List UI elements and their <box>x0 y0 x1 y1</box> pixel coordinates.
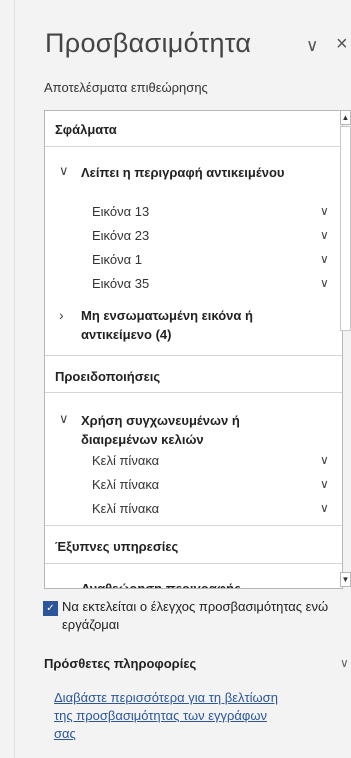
chevron-down-icon[interactable]: ∨ <box>320 453 329 467</box>
smart-services-heading: Έξυπνες υπηρεσίες <box>55 539 179 554</box>
chevron-down-icon[interactable]: ∨ <box>320 252 329 266</box>
chevron-down-icon[interactable]: ∨ <box>320 477 329 491</box>
scrollbar-thumb[interactable] <box>340 126 351 331</box>
additional-info-heading[interactable]: Πρόσθετες πληροφορίες <box>44 656 196 671</box>
chevron-down-icon[interactable]: ∨ <box>320 501 329 515</box>
divider <box>45 355 342 356</box>
chevron-down-icon[interactable]: ∨ <box>320 276 329 290</box>
link-line[interactable]: Διαβάστε περισσότερα για τη βελτίωση <box>54 689 351 707</box>
chevron-down-icon[interactable]: ∨ <box>320 204 329 218</box>
list-item[interactable]: Κελί πίνακα <box>92 501 159 516</box>
scroll-up-icon[interactable]: ▲ <box>340 110 351 125</box>
divider <box>45 146 342 147</box>
inspection-results-label: Αποτελέσματα επιθεώρησης <box>44 80 208 95</box>
keep-checking-checkbox-label[interactable]: Να εκτελείται ο έλεγχος προσβασιμότητας … <box>62 598 347 634</box>
divider <box>45 563 342 564</box>
list-item[interactable]: Εικόνα 13 <box>92 204 149 219</box>
group-missing-alt-text[interactable]: Λείπει η περιγραφή αντικειμένου <box>81 163 316 182</box>
list-item[interactable]: Κελί πίνακα <box>92 477 159 492</box>
chevron-down-icon[interactable]: ∨ <box>340 656 349 670</box>
list-item[interactable]: Εικόνα 23 <box>92 228 149 243</box>
group-not-inline-image[interactable]: Μη ενσωματωμένη εικόνα ή αντικείμενο (4) <box>81 306 316 344</box>
link-line[interactable]: της προσβασιμότητας των εγγράφων <box>54 707 351 725</box>
left-edge-strip <box>0 0 15 758</box>
inspection-results-list[interactable]: Σφάλματα ∨ Λείπει η περιγραφή αντικειμέν… <box>44 110 343 589</box>
list-item[interactable]: Εικόνα 1 <box>92 252 142 267</box>
divider <box>45 392 342 393</box>
scroll-down-icon[interactable]: ▼ <box>340 572 351 587</box>
checkmark-icon[interactable]: ✓ <box>43 601 58 616</box>
close-icon[interactable]: × <box>336 33 348 56</box>
chevron-right-icon[interactable]: › <box>59 307 64 323</box>
group-review-description[interactable]: Αναθεώρηση περιγραφής <box>81 579 316 588</box>
chevron-down-icon[interactable]: ∨ <box>59 411 69 427</box>
warnings-heading: Προειδοποιήσεις <box>55 369 161 384</box>
pane-options-chevron-down-icon[interactable]: ∨ <box>306 36 318 56</box>
chevron-down-icon[interactable]: ∨ <box>320 228 329 242</box>
list-item[interactable]: Κελί πίνακα <box>92 453 159 468</box>
link-line[interactable]: σας <box>54 725 351 743</box>
list-item[interactable]: Εικόνα 35 <box>92 276 149 291</box>
read-more-link[interactable]: Διαβάστε περισσότερα για τη βελτίωση της… <box>54 689 351 743</box>
errors-heading: Σφάλματα <box>55 122 117 137</box>
divider <box>45 525 342 526</box>
group-merged-split-cells[interactable]: Χρήση συγχωνευμένων ή διαιρεμένων κελιών <box>81 411 316 449</box>
results-scrollbar[interactable]: ▲ ▼ <box>340 110 351 587</box>
chevron-down-icon[interactable]: ∨ <box>59 163 69 179</box>
pane-title: Προσβασιμότητα <box>45 28 252 58</box>
